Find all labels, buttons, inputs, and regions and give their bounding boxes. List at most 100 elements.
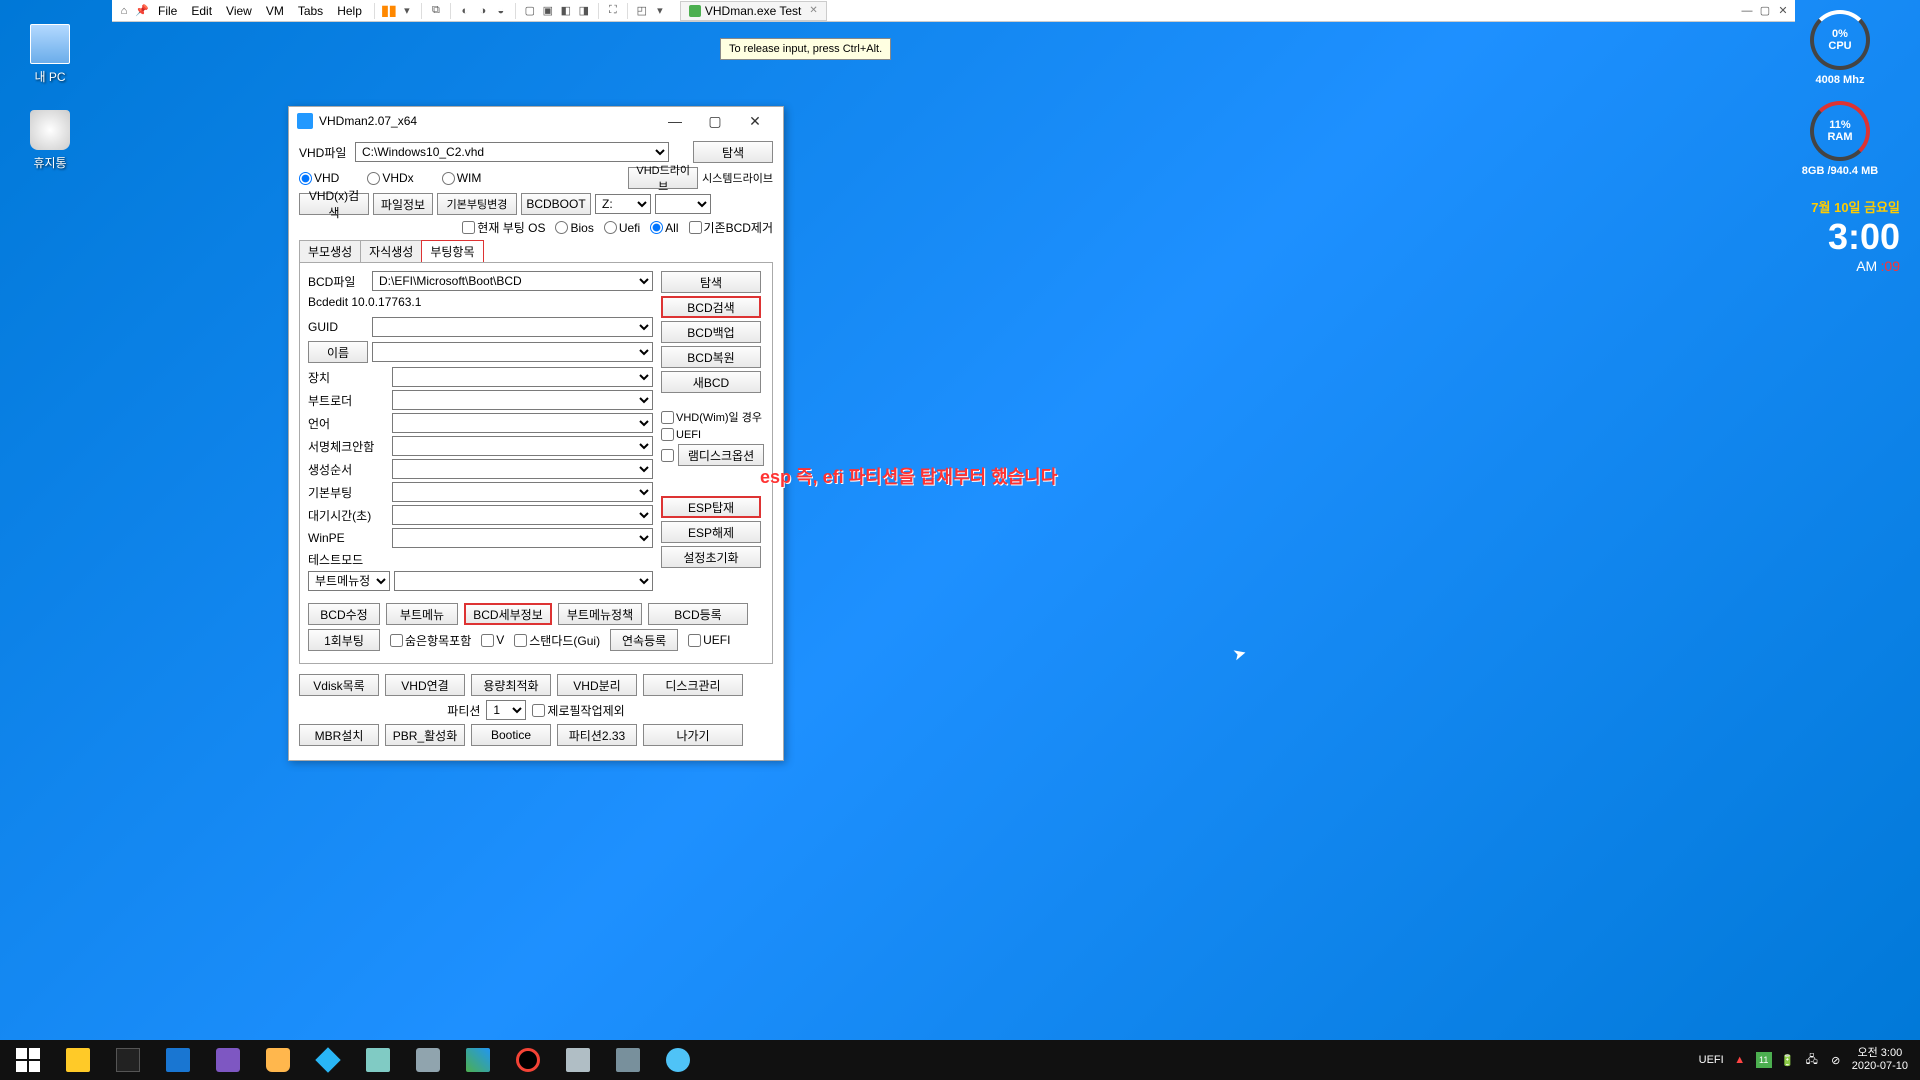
- cont-reg-button[interactable]: 연속등록: [610, 629, 678, 651]
- vhd-split-button[interactable]: VHD분리: [557, 674, 637, 696]
- layout3-icon[interactable]: ◧: [558, 3, 574, 19]
- bootmenu-policy-button[interactable]: 부트메뉴정책: [558, 603, 642, 625]
- taskbar-app3[interactable]: [254, 1040, 302, 1080]
- fileinfo-button[interactable]: 파일정보: [373, 193, 433, 215]
- partition233-button[interactable]: 파티션2.33: [557, 724, 637, 746]
- standard-check[interactable]: 스탠다드(Gui): [514, 632, 600, 649]
- ramdisk-check[interactable]: [661, 449, 674, 462]
- pin-icon[interactable]: 📌: [134, 3, 150, 19]
- rc-bcd-backup-button[interactable]: BCD백업: [661, 321, 761, 343]
- tray-badge[interactable]: 11: [1756, 1052, 1772, 1068]
- nosigcheck-select[interactable]: [392, 436, 653, 456]
- start-button[interactable]: [4, 1040, 52, 1080]
- taskbar-disk2[interactable]: [604, 1040, 652, 1080]
- menu-vm[interactable]: VM: [260, 2, 290, 20]
- bootloader-select[interactable]: [392, 390, 653, 410]
- taskbar-disk1[interactable]: [554, 1040, 602, 1080]
- partition-select[interactable]: 1: [486, 700, 526, 720]
- layout2-icon[interactable]: ▣: [540, 3, 556, 19]
- timeout-select[interactable]: [392, 505, 653, 525]
- close-button[interactable]: ✕: [735, 113, 775, 130]
- ramdisk-button[interactable]: 램디스크옵션: [678, 444, 764, 466]
- tool2-icon[interactable]: ◑: [475, 3, 491, 19]
- lang-select[interactable]: [392, 413, 653, 433]
- name-button[interactable]: 이름: [308, 341, 368, 363]
- capacity-button[interactable]: 용량최적화: [471, 674, 551, 696]
- tool1-icon[interactable]: ◐: [457, 3, 473, 19]
- bcd-remove-check[interactable]: 기존BCD제거: [689, 219, 774, 236]
- rc-bcd-restore-button[interactable]: BCD복원: [661, 346, 761, 368]
- guid-select[interactable]: [372, 317, 653, 337]
- layout1-icon[interactable]: ▢: [522, 3, 538, 19]
- bootmenu-button[interactable]: 부트메뉴: [386, 603, 458, 625]
- bootchange-button[interactable]: 기본부팅변경: [437, 193, 517, 215]
- bcd-edit-button[interactable]: BCD수정: [308, 603, 380, 625]
- pbr-button[interactable]: PBR_활성화: [385, 724, 465, 746]
- tool3-icon[interactable]: ◒: [493, 3, 509, 19]
- vm-tab[interactable]: VHDman.exe Test ✕: [680, 1, 827, 21]
- tab-parent[interactable]: 부모생성: [299, 240, 361, 262]
- tray-icon-1[interactable]: ▲: [1732, 1052, 1748, 1068]
- menu-file[interactable]: File: [152, 2, 183, 20]
- minimize-button[interactable]: —: [655, 113, 695, 129]
- rc-bcd-search-button[interactable]: BCD검색: [661, 296, 761, 318]
- vdisk-button[interactable]: Vdisk목록: [299, 674, 379, 696]
- vhddrive-button[interactable]: VHD드라이브: [628, 167, 698, 189]
- oneboot-button[interactable]: 1회부팅: [308, 629, 380, 651]
- taskbar-app6[interactable]: [404, 1040, 452, 1080]
- device-select[interactable]: [392, 367, 653, 387]
- menu-edit[interactable]: Edit: [185, 2, 218, 20]
- bootmenu-policy-select-r[interactable]: [394, 571, 653, 591]
- tab-close-icon[interactable]: ✕: [809, 5, 817, 16]
- vhdwim-check[interactable]: VHD(Wim)일 경우: [661, 409, 764, 425]
- bcdfile-select[interactable]: D:\EFI\Microsoft\Boot\BCD: [372, 271, 653, 291]
- radio-vhdx[interactable]: VHDx: [367, 171, 413, 185]
- radio-wim[interactable]: WIM: [442, 171, 482, 185]
- desktop-icon-pc[interactable]: 내 PC: [12, 24, 88, 85]
- tray-block-icon[interactable]: ⊘: [1828, 1052, 1844, 1068]
- tray-network-icon[interactable]: 🖧: [1804, 1052, 1820, 1068]
- dropdown-icon[interactable]: ▾: [399, 3, 415, 19]
- uefi-check[interactable]: UEFI: [661, 428, 764, 441]
- taskbar-app7[interactable]: [454, 1040, 502, 1080]
- v-check[interactable]: V: [481, 633, 504, 647]
- hidden-check[interactable]: 숨은항목포함: [390, 632, 471, 649]
- rc-search-button[interactable]: 탐색: [661, 271, 761, 293]
- menu-view[interactable]: View: [220, 2, 258, 20]
- snapshot-icon[interactable]: ⧉: [428, 3, 444, 19]
- bootmenu-policy-select-l[interactable]: 부트메뉴정책: [308, 571, 390, 591]
- browse-button[interactable]: 탐색: [693, 141, 773, 163]
- radio-uefi[interactable]: Uefi: [604, 221, 640, 235]
- radio-all[interactable]: All: [650, 221, 678, 235]
- radio-bios[interactable]: Bios: [555, 221, 593, 235]
- fullscreen-icon[interactable]: ⛶: [605, 3, 621, 19]
- disk-mgmt-button[interactable]: 디스크관리: [643, 674, 743, 696]
- name-select[interactable]: [372, 342, 653, 362]
- taskbar-app1[interactable]: [154, 1040, 202, 1080]
- rc-new-bcd-button[interactable]: 새BCD: [661, 371, 761, 393]
- vhddrive-select[interactable]: Z:: [595, 194, 651, 214]
- esp-unmount-button[interactable]: ESP해제: [661, 521, 761, 543]
- tray-battery-icon[interactable]: 🔋: [1780, 1052, 1796, 1068]
- vhdx-search-button[interactable]: VHD(x)검색: [299, 193, 369, 215]
- taskbar-app5[interactable]: [354, 1040, 402, 1080]
- bootice-button[interactable]: Bootice: [471, 724, 551, 746]
- current-os-check[interactable]: 현재 부팅 OS: [462, 219, 545, 236]
- taskbar-power[interactable]: [504, 1040, 552, 1080]
- menu-help[interactable]: Help: [331, 2, 368, 20]
- tab-bootentry[interactable]: 부팅항목: [421, 240, 483, 262]
- exit-button[interactable]: 나가기: [643, 724, 743, 746]
- tray-clock[interactable]: 오전 3:00 2020-07-10: [1852, 1047, 1908, 1073]
- layout4-icon[interactable]: ◨: [576, 3, 592, 19]
- bcd-detail-button[interactable]: BCD세부정보: [464, 603, 552, 625]
- sysdrive-select[interactable]: [655, 194, 711, 214]
- createorder-select[interactable]: [392, 459, 653, 479]
- home-icon[interactable]: ⌂: [116, 3, 132, 19]
- win-min-icon[interactable]: —: [1739, 3, 1755, 19]
- maximize-button[interactable]: ▢: [695, 113, 735, 130]
- winpe-select[interactable]: [392, 528, 653, 548]
- dropdown2-icon[interactable]: ▾: [652, 3, 668, 19]
- radio-vhd[interactable]: VHD: [299, 171, 339, 185]
- taskbar-disk3[interactable]: [654, 1040, 702, 1080]
- taskbar-app4[interactable]: [304, 1040, 352, 1080]
